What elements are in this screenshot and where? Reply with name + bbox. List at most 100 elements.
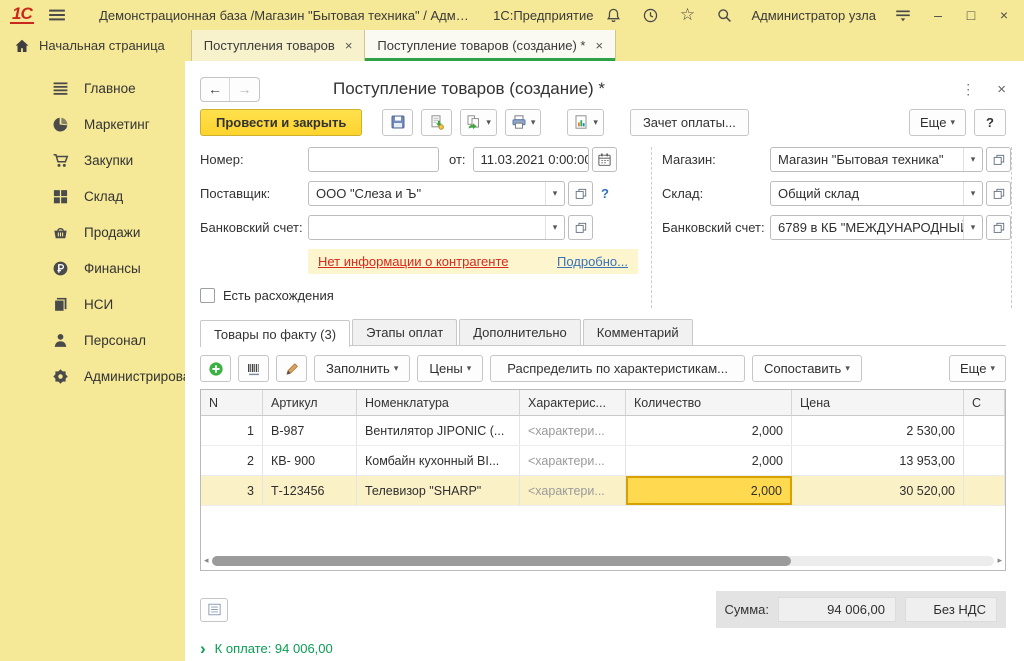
- bank-account-input[interactable]: ▾: [308, 215, 565, 240]
- tab-goods-by-fact[interactable]: Товары по факту (3): [200, 320, 350, 347]
- sidebar-item-prodazhi[interactable]: Продажи: [0, 214, 185, 250]
- minimize-button[interactable]: –: [926, 3, 950, 27]
- notifications-bell-icon[interactable]: [599, 3, 627, 27]
- table-row[interactable]: 1 B-987 Вентилятор JIPONIC (... <характе…: [201, 416, 1005, 446]
- printer-icon: [511, 114, 527, 130]
- print-button[interactable]: ▾: [505, 109, 542, 136]
- col-price[interactable]: Цена: [792, 390, 964, 416]
- command-list-button[interactable]: [200, 598, 228, 622]
- dropdown-caret-icon[interactable]: ▾: [963, 148, 982, 171]
- bank-account2-input[interactable]: 6789 в КБ "МЕЖДУНАРОДНЫЙ Б ▾: [770, 215, 983, 240]
- match-button[interactable]: Сопоставить ▾: [752, 355, 862, 382]
- tab-postupleniya-tovarov[interactable]: Поступления товаров ×: [191, 30, 365, 61]
- col-n[interactable]: N: [201, 390, 263, 416]
- scrollbar-thumb[interactable]: [212, 556, 791, 566]
- favorites-star-icon[interactable]: ☆: [673, 3, 701, 27]
- home-tab[interactable]: Начальная страница: [0, 30, 191, 61]
- search-icon[interactable]: [710, 3, 738, 27]
- dropdown-caret-icon[interactable]: ▾: [963, 182, 982, 205]
- more-button[interactable]: Еще ▾: [909, 109, 966, 136]
- add-row-button[interactable]: [200, 355, 231, 382]
- sidebar-item-nsi[interactable]: НСИ: [0, 286, 185, 322]
- post-document-button[interactable]: [421, 109, 452, 136]
- dropdown-caret-icon[interactable]: ▾: [545, 216, 564, 239]
- sidebar-item-sklad[interactable]: Склад: [0, 178, 185, 214]
- reports-button[interactable]: ▾: [567, 109, 604, 136]
- col-qty[interactable]: Количество: [626, 390, 792, 416]
- col-sum[interactable]: С: [964, 390, 1005, 416]
- scroll-left-arrow-icon[interactable]: ◂: [204, 555, 209, 566]
- details-link[interactable]: Подробно...: [557, 254, 628, 269]
- close-tab-icon[interactable]: ×: [595, 38, 603, 53]
- dropdown-caret-icon: ▾: [950, 117, 955, 128]
- open-store-icon[interactable]: [986, 147, 1011, 172]
- floppy-icon: [390, 114, 406, 130]
- prices-button[interactable]: Цены ▾: [417, 355, 483, 382]
- maximize-button[interactable]: □: [959, 3, 983, 27]
- create-based-on-button[interactable]: ▾: [460, 109, 497, 136]
- sidebar-item-glavnoe[interactable]: Главное: [0, 70, 185, 106]
- edit-row-button[interactable]: [276, 355, 307, 382]
- open-warehouse-icon[interactable]: [986, 181, 1011, 206]
- sidebar-item-administrirovanie[interactable]: Администрирование: [0, 358, 185, 394]
- table-row[interactable]: 2 КВ- 900 Комбайн кухонный BI... <характ…: [201, 446, 1005, 476]
- save-button[interactable]: [382, 109, 413, 136]
- supplier-help-icon[interactable]: ?: [601, 186, 609, 201]
- active-cell[interactable]: 2,000: [626, 476, 792, 505]
- no-counterparty-info-link[interactable]: Нет информации о контрагенте: [318, 254, 509, 269]
- nav-forward-button[interactable]: →: [230, 78, 259, 101]
- payment-offset-button[interactable]: Зачет оплаты...: [630, 109, 749, 136]
- sidebar-item-marketing[interactable]: Маркетинг: [0, 106, 185, 142]
- scrollbar-track[interactable]: [212, 556, 995, 566]
- horizontal-scrollbar[interactable]: ◂ ▸: [204, 554, 1002, 567]
- barcode-scan-button[interactable]: [238, 355, 269, 382]
- fill-button[interactable]: Заполнить ▾: [314, 355, 410, 382]
- payable-expander[interactable]: › К оплате: 94 006,00: [200, 641, 1006, 656]
- close-window-button[interactable]: ×: [992, 3, 1016, 27]
- number-input[interactable]: [308, 147, 439, 172]
- sidebar-item-finansy[interactable]: Финансы: [0, 250, 185, 286]
- post-document-icon: [429, 114, 445, 130]
- table-row-selected[interactable]: 3 Т-123456 Телевизор "SHARP" <характери.…: [201, 476, 1005, 506]
- nav-back-button[interactable]: ←: [201, 78, 230, 101]
- tab-label: Поступление товаров (создание) *: [377, 38, 585, 53]
- store-input[interactable]: Магазин "Бытовая техника" ▾: [770, 147, 983, 172]
- distribute-by-characteristics-button[interactable]: Распределить по характеристикам...: [490, 355, 745, 382]
- close-form-icon[interactable]: ×: [997, 81, 1006, 98]
- table-more-button[interactable]: Еще ▾: [949, 355, 1006, 382]
- form-menu-dots-icon[interactable]: ⋮: [961, 81, 975, 98]
- help-button[interactable]: ?: [974, 109, 1006, 136]
- tab-comment[interactable]: Комментарий: [583, 319, 693, 345]
- app-window: 1С Демонстрационная база /Магазин "Бытов…: [0, 0, 1024, 661]
- scroll-right-arrow-icon[interactable]: ▸: [997, 555, 1002, 566]
- history-clock-icon[interactable]: [636, 3, 664, 27]
- sidebar-item-personal[interactable]: Персонал: [0, 322, 185, 358]
- sidebar-item-zakupki[interactable]: Закупки: [0, 142, 185, 178]
- open-bank-account2-icon[interactable]: [986, 215, 1011, 240]
- app-name: 1С:Предприятие: [493, 8, 593, 23]
- warehouse-input[interactable]: Общий склад ▾: [770, 181, 983, 206]
- supplier-input[interactable]: ООО "Слеза и Ъ" ▾: [308, 181, 565, 206]
- service-menu-icon[interactable]: [889, 3, 917, 27]
- warehouse-boxes-icon: [52, 188, 69, 205]
- calendar-icon[interactable]: [592, 147, 617, 172]
- col-characteristic[interactable]: Характерис...: [520, 390, 626, 416]
- table-toolbar: Заполнить ▾ Цены ▾ Распределить по харак…: [200, 354, 1006, 383]
- tab-postuplenie-sozdanie[interactable]: Поступление товаров (создание) * ×: [364, 30, 616, 61]
- tab-payment-stages[interactable]: Этапы оплат: [352, 319, 457, 345]
- current-user[interactable]: Администратор узла: [751, 8, 876, 23]
- post-and-close-button[interactable]: Провести и закрыть: [200, 109, 362, 136]
- close-tab-icon[interactable]: ×: [345, 38, 353, 53]
- tab-additional[interactable]: Дополнительно: [459, 319, 581, 345]
- open-supplier-icon[interactable]: [568, 181, 593, 206]
- main-menu-icon[interactable]: [46, 4, 69, 26]
- date-input[interactable]: 11.03.2021 0:00:00: [473, 147, 589, 172]
- col-name[interactable]: Номенклатура: [357, 390, 520, 416]
- discrepancy-checkbox[interactable]: [200, 288, 215, 303]
- dropdown-caret-icon[interactable]: ▾: [963, 216, 982, 239]
- open-bank-account-icon[interactable]: [568, 215, 593, 240]
- dropdown-caret-icon[interactable]: ▾: [545, 182, 564, 205]
- col-article[interactable]: Артикул: [263, 390, 357, 416]
- vat-mode[interactable]: Без НДС: [905, 597, 997, 622]
- sidebar-item-label: Главное: [84, 81, 136, 96]
